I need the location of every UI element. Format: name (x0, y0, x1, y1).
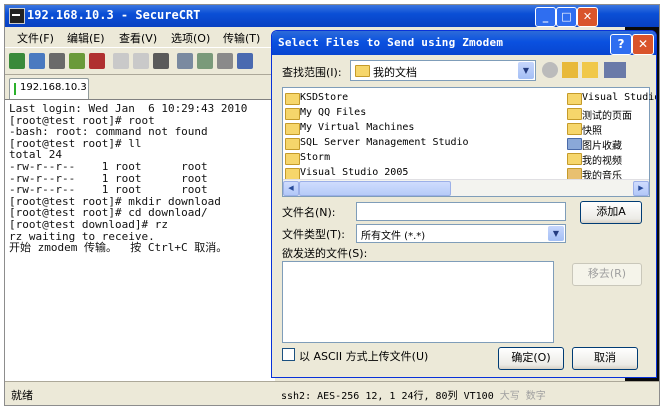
settings-icon[interactable] (197, 53, 213, 69)
menu-view[interactable]: 查看(V) (119, 30, 157, 46)
status-ready: 就绪 (11, 389, 33, 402)
terminal-line: [root@test download]# rz (9, 217, 168, 231)
disconnect-icon[interactable] (89, 53, 105, 69)
help-icon[interactable]: ? (610, 34, 632, 55)
scroll-thumb[interactable] (299, 181, 451, 196)
filetype-label: 文件类型(T): (282, 228, 346, 241)
terminal-line: -rw-r--r-- 1 root root (9, 183, 208, 197)
cancel-button[interactable]: 取消 (572, 347, 638, 370)
close-icon[interactable]: ✕ (577, 7, 598, 27)
connect-tab-icon[interactable] (49, 53, 65, 69)
find-icon[interactable] (153, 53, 169, 69)
main-title-bar[interactable]: 192.168.10.3 - SecureCRT _ □ ✕ (5, 5, 659, 27)
session-info: ssh2: AES-256 12, 1 24行, 80列 VT100 大写 数字 (281, 387, 546, 402)
ascii-upload-label: 以 ASCII 方式上传文件(U) (299, 350, 429, 363)
menu-edit[interactable]: 编辑(E) (67, 30, 105, 46)
maximize-icon[interactable]: □ (556, 7, 577, 27)
menu-options[interactable]: 选项(O) (171, 30, 210, 46)
connect-icon[interactable] (9, 53, 25, 69)
picture-folder-icon (567, 138, 582, 150)
ascii-upload-checkbox[interactable] (282, 348, 295, 361)
folder-icon (567, 123, 582, 135)
terminal-size: 24行, 80列 (401, 391, 458, 402)
up-folder-icon[interactable] (562, 62, 578, 78)
terminal-app-icon (9, 8, 25, 24)
filetype-select[interactable]: 所有文件 (*.*) ▼ (356, 224, 566, 243)
scroll-right-icon[interactable]: ▶ (633, 181, 649, 196)
look-in-label: 查找范围(I): (282, 66, 342, 79)
folder-icon (567, 153, 582, 165)
remove-button[interactable]: 移去(R) (572, 263, 642, 286)
sftp-icon[interactable] (237, 53, 253, 69)
terminal-area[interactable]: Last login: Wed Jan 6 10:29:43 2010 [root… (5, 99, 275, 381)
paste-icon[interactable] (133, 53, 149, 69)
send-list-label: 欲发送的文件(S): (282, 247, 368, 260)
look-in-value: 我的文档 (373, 66, 417, 79)
main-window-title: 192.168.10.3 - SecureCRT (27, 8, 201, 22)
session-tab-bar: 192.168.10.3 (5, 75, 275, 99)
session-tab-label: 192.168.10.3 (20, 82, 87, 93)
menu-transfer[interactable]: 传输(T) (223, 30, 260, 46)
status-bar: 就绪 ssh2: AES-256 12, 1 24行, 80列 VT100 大写… (5, 381, 659, 405)
filetype-value: 所有文件 (*.*) (361, 231, 426, 242)
dialog-title: Select Files to Send using Zmodem (278, 36, 504, 49)
folder-icon (567, 93, 582, 105)
menu-file[interactable]: 文件(F) (17, 30, 54, 46)
horizontal-scrollbar[interactable]: ◀ ▶ (283, 179, 649, 196)
file-list[interactable]: KSDStore My QQ Files My Virtual Machines… (282, 87, 656, 197)
ok-button[interactable]: 确定(O) (498, 347, 564, 370)
minimize-icon[interactable]: _ (535, 7, 556, 27)
look-in-select[interactable]: 我的文档 ▼ (350, 60, 536, 81)
quick-connect-icon[interactable] (29, 53, 45, 69)
reconnect-icon[interactable] (69, 53, 85, 69)
send-file-list[interactable] (282, 261, 554, 343)
folder-icon (285, 123, 300, 135)
view-menu-icon[interactable] (604, 62, 626, 78)
terminal-line: -rw-r--r-- 1 root root (9, 159, 208, 173)
toolbar (5, 47, 275, 75)
add-button[interactable]: 添加A (580, 201, 642, 224)
options-icon[interactable] (217, 53, 233, 69)
terminal-line: Last login: Wed Jan 6 10:29:43 2010 (9, 102, 248, 115)
dialog-title-bar[interactable]: Select Files to Send using Zmodem ? ✕ (272, 31, 656, 55)
ssh-info: ssh2: AES-256 (281, 391, 360, 402)
filename-label: 文件名(N): (282, 206, 336, 219)
num-indicator: 数字 (525, 391, 546, 402)
back-icon[interactable] (542, 62, 558, 78)
scroll-left-icon[interactable]: ◀ (283, 181, 299, 196)
folder-icon (285, 93, 300, 105)
terminal-type: VT100 (463, 391, 494, 402)
folder-icon (285, 153, 300, 165)
cursor-position: 12, 1 (365, 391, 396, 402)
print-icon[interactable] (177, 53, 193, 69)
new-folder-icon[interactable] (582, 62, 598, 78)
chevron-down-icon[interactable]: ▼ (548, 226, 564, 241)
my-documents-icon (355, 65, 370, 77)
terminal-output: Last login: Wed Jan 6 10:29:43 2010 [root… (9, 103, 247, 254)
terminal-line: 开始 zmodem 传输。 按 Ctrl+C 取消。 (9, 241, 228, 255)
filename-input[interactable] (356, 202, 566, 221)
copy-icon[interactable] (113, 53, 129, 69)
session-tab[interactable]: 192.168.10.3 (9, 78, 89, 99)
chevron-down-icon[interactable]: ▼ (518, 62, 534, 79)
zmodem-send-dialog: Select Files to Send using Zmodem ? ✕ 查找… (271, 30, 657, 378)
folder-icon (285, 138, 300, 150)
folder-icon (285, 108, 300, 120)
securecrt-window: 192.168.10.3 - SecureCRT _ □ ✕ 文件(F) 编辑(… (4, 4, 660, 406)
caps-indicator: 大写 (499, 391, 520, 402)
dialog-close-icon[interactable]: ✕ (632, 34, 654, 55)
folder-icon (567, 108, 582, 120)
menu-bar: 文件(F) 编辑(E) 查看(V) 选项(O) 传输(T) (5, 27, 275, 47)
